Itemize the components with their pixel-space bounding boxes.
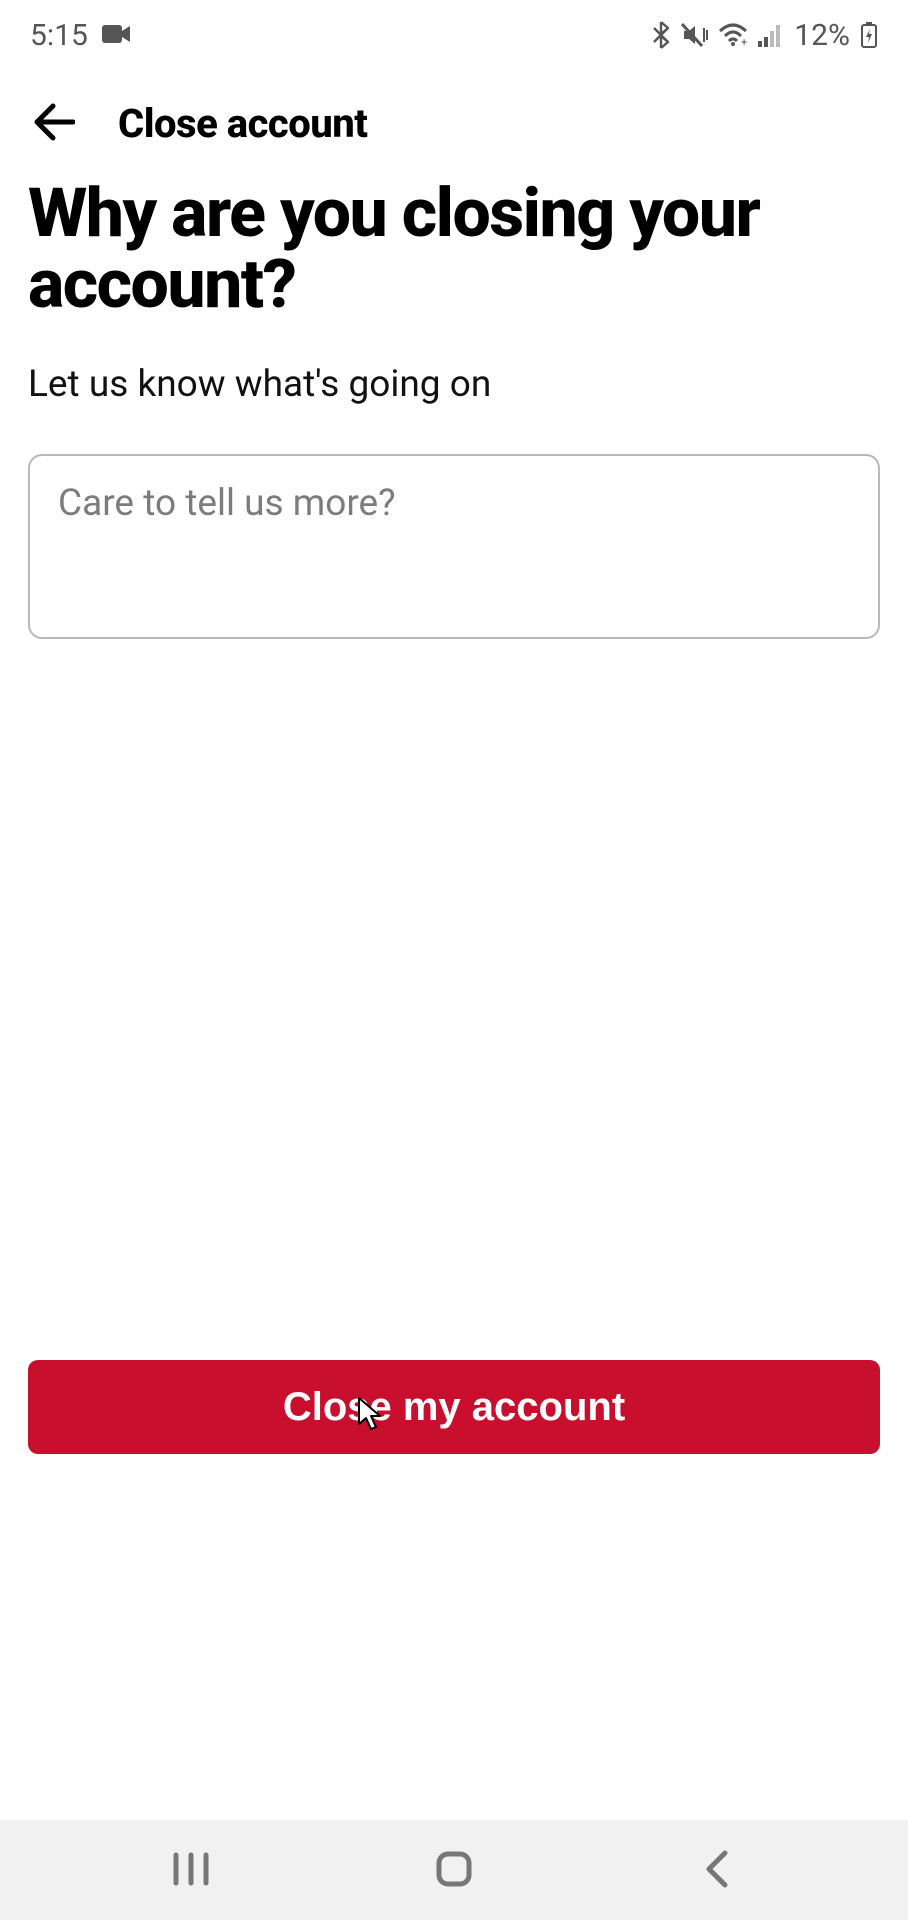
status-right: + 12%: [652, 18, 878, 53]
recents-button[interactable]: [151, 1840, 231, 1900]
battery-charging-icon: [860, 21, 878, 49]
system-nav-bar: [0, 1820, 908, 1920]
cta-container: Close my account: [28, 1360, 880, 1454]
battery-percent: 12%: [794, 18, 850, 53]
recents-icon: [170, 1851, 212, 1890]
page-heading: Why are you closing your account?: [28, 178, 880, 321]
signal-icon: [758, 23, 784, 47]
nav-back-button[interactable]: [677, 1840, 757, 1900]
header-title: Close account: [118, 100, 367, 147]
mute-vibrate-icon: [680, 22, 708, 48]
app-header: Close account: [0, 70, 908, 168]
video-record-icon: [102, 18, 132, 53]
main-content: Why are you closing your account? Let us…: [0, 168, 908, 639]
home-button[interactable]: [414, 1840, 494, 1900]
arrow-left-icon: [31, 102, 75, 145]
page-subheading: Let us know what's going on: [28, 363, 880, 406]
close-account-button[interactable]: Close my account: [28, 1360, 880, 1454]
status-bar: 5:15: [0, 0, 908, 70]
status-left: 5:15: [30, 18, 132, 53]
svg-text:+: +: [741, 36, 747, 47]
home-icon: [434, 1849, 474, 1892]
back-button[interactable]: [28, 98, 78, 148]
chevron-left-icon: [703, 1849, 731, 1892]
wifi-icon: +: [718, 23, 748, 47]
bluetooth-icon: [652, 21, 670, 49]
status-time: 5:15: [30, 18, 88, 53]
feedback-textarea[interactable]: [28, 454, 880, 639]
